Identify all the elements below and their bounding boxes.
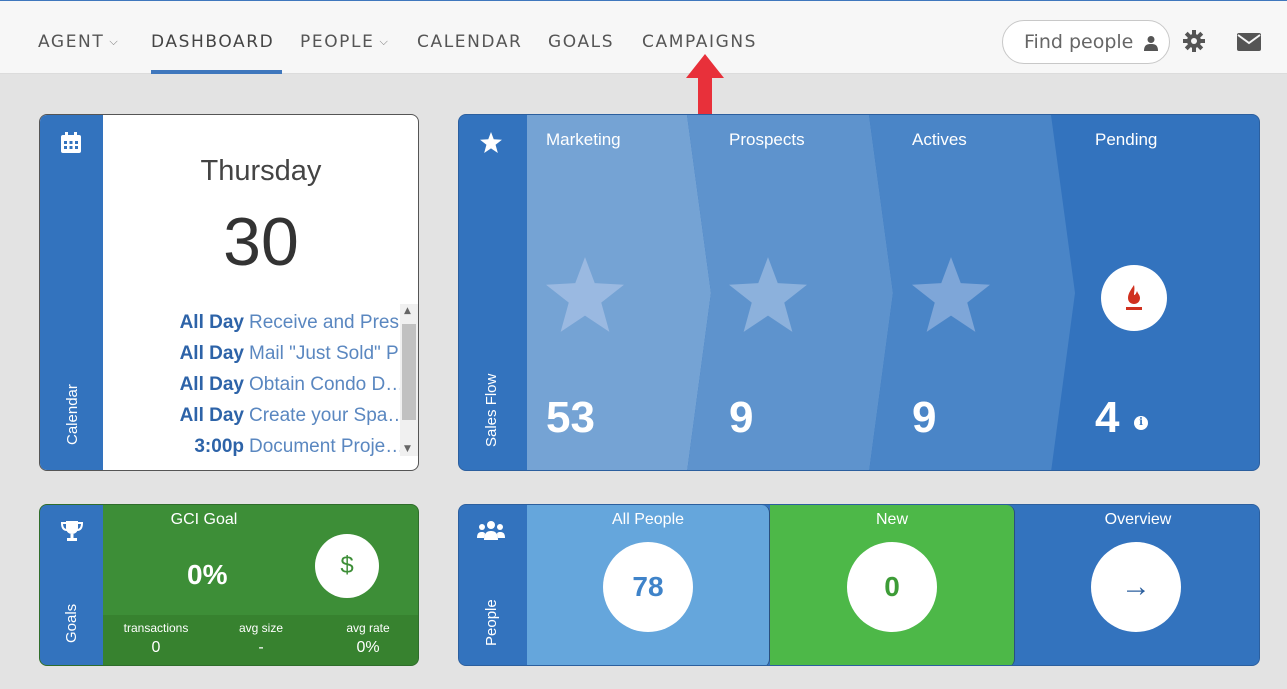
stat-label: transactions	[123, 621, 189, 635]
event-time: All Day	[179, 343, 244, 364]
goals-sidebar: Goals	[40, 505, 103, 665]
find-people-search[interactable]: Find people	[1002, 20, 1170, 64]
goal-stats: transactions 0 avg size - avg rate 0%	[103, 615, 418, 665]
people-card: People All People 78 New 0 Overview →	[458, 504, 1260, 666]
segment-all-people[interactable]: All People 78	[527, 505, 770, 665]
calendar-icon	[61, 132, 81, 153]
star-icon	[480, 132, 502, 153]
event-list-scrollbar[interactable]: ▲ ▼	[400, 304, 418, 456]
segment-title: New	[875, 511, 908, 528]
segment-title: All People	[611, 511, 685, 528]
event-title: Document Proje…	[249, 436, 400, 457]
scroll-thumb[interactable]	[402, 324, 416, 420]
event-title: Mail "Just Sold" P…	[249, 343, 400, 364]
stage-count: 53	[546, 393, 595, 442]
stat-value: 0%	[356, 639, 380, 656]
event-row[interactable]: All Day Create your Spa…	[104, 400, 400, 431]
event-time: All Day	[179, 374, 244, 395]
nav-agent[interactable]: AGENT ⌵	[38, 31, 119, 55]
stage-title: Actives	[912, 130, 967, 149]
chevron-down-icon: ⌵	[109, 35, 120, 48]
sales-flow-card: Sales Flow Marketing 53 Prospects 9 Acti…	[458, 114, 1260, 471]
people-side-label: People	[483, 599, 500, 646]
star-icon	[546, 257, 624, 332]
stage-count: 9	[912, 393, 937, 442]
goal-percent: 0%	[187, 559, 228, 590]
stage-title: Prospects	[729, 130, 805, 149]
star-icon	[729, 257, 807, 332]
stat-label: avg rate	[346, 621, 390, 635]
event-row[interactable]: 3:00p Document Proje…	[104, 431, 400, 462]
event-title: Receive and Pres…	[249, 312, 400, 333]
segment-new[interactable]: New 0	[770, 505, 1015, 665]
nav-goals[interactable]: GOALS	[548, 31, 614, 53]
active-tab-indicator	[151, 70, 282, 74]
star-icon	[912, 257, 990, 332]
nav-people-label: PEOPLE	[300, 32, 375, 52]
people-sidebar: People	[459, 505, 522, 665]
event-time: 3:00p	[194, 436, 244, 457]
nav-campaigns[interactable]: CAMPAIGNS	[642, 31, 757, 53]
flame-icon	[1126, 285, 1142, 310]
calendar-card[interactable]: Calendar Thursday 30 All Day Receive and …	[39, 114, 419, 471]
people-group-icon	[477, 521, 505, 540]
stage-title: Marketing	[546, 130, 621, 149]
event-row[interactable]: All Day Obtain Condo D…	[104, 369, 400, 400]
dollar-icon: $	[315, 534, 379, 598]
stage-title: Pending	[1095, 130, 1158, 149]
segment-title: Overview	[1104, 511, 1172, 528]
nav-calendar[interactable]: CALENDAR	[417, 31, 522, 53]
person-icon	[1144, 36, 1158, 51]
event-title: Create your Spa…	[249, 405, 400, 426]
sales-flow-side-label: Sales Flow	[483, 373, 500, 447]
nav-dashboard[interactable]: DASHBOARD	[151, 31, 274, 53]
stat-label: avg size	[238, 621, 284, 635]
hot-indicator	[1101, 265, 1167, 331]
top-nav: AGENT ⌵ DASHBOARD PEOPLE ⌵ CALENDAR GOALS …	[0, 0, 1287, 74]
goal-title: GCI Goal	[170, 511, 238, 528]
sales-flow-sidebar: Sales Flow	[459, 115, 522, 470]
calendar-day: Thursday	[200, 155, 322, 187]
stat-avg-rate: avg rate 0%	[328, 615, 408, 657]
event-time: All Day	[179, 405, 244, 426]
event-row[interactable]: All DayReceive and Pres…	[104, 307, 400, 338]
scroll-down-icon[interactable]: ▼	[404, 444, 411, 454]
event-time: All Day	[179, 312, 244, 333]
goals-card[interactable]: Goals GCI Goal 0% $ transactions 0 avg s…	[39, 504, 419, 666]
stage-count: 4	[1095, 393, 1120, 442]
calendar-date: 30	[223, 204, 299, 280]
segment-overview[interactable]: Overview →	[1015, 505, 1259, 665]
trophy-icon	[61, 521, 83, 541]
stat-transactions: transactions 0	[108, 615, 204, 657]
search-placeholder: Find people	[1024, 31, 1134, 53]
all-people-count: 78	[603, 542, 693, 632]
new-people-count: 0	[847, 542, 937, 632]
calendar-sidebar: Calendar	[40, 115, 103, 470]
stat-value: -	[258, 639, 264, 656]
calendar-side-label: Calendar	[64, 384, 81, 445]
info-icon[interactable]: i	[1134, 416, 1148, 430]
nav-agent-label: AGENT	[38, 32, 105, 52]
goals-side-label: Goals	[63, 603, 80, 643]
nav-people[interactable]: PEOPLE ⌵	[300, 31, 389, 55]
stat-avg-size: avg size -	[216, 615, 306, 657]
event-title: Obtain Condo D…	[249, 374, 400, 395]
arrow-right-icon[interactable]: →	[1091, 542, 1181, 632]
stat-value: 0	[151, 639, 161, 656]
mail-icon[interactable]	[1237, 33, 1261, 51]
event-list: All DayReceive and Pres… All DayMail "Ju…	[104, 307, 400, 462]
event-row[interactable]: All DayMail "Just Sold" P…	[104, 338, 400, 369]
stage-count: 9	[729, 393, 754, 442]
gear-icon[interactable]	[1183, 30, 1205, 52]
scroll-up-icon[interactable]: ▲	[404, 306, 411, 316]
chevron-down-icon: ⌵	[379, 35, 390, 48]
